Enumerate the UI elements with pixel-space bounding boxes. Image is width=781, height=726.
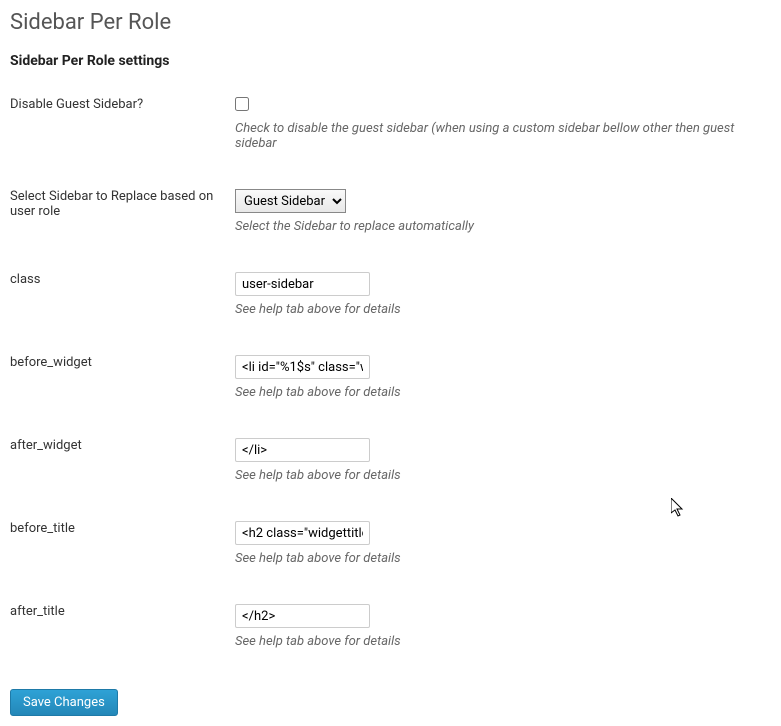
select-sidebar-dropdown[interactable]: Guest Sidebar [235, 189, 346, 213]
select-sidebar-description: Select the Sidebar to replace automatica… [235, 219, 771, 234]
before-title-description: See help tab above for details [235, 551, 771, 566]
after-widget-label: after_widget [10, 438, 235, 521]
save-button[interactable]: Save Changes [10, 689, 118, 716]
after-widget-description: See help tab above for details [235, 468, 771, 483]
before-widget-input[interactable] [235, 355, 370, 379]
after-widget-input[interactable] [235, 438, 370, 462]
select-sidebar-label: Select Sidebar to Replace based on user … [10, 189, 235, 272]
section-title: Sidebar Per Role settings [10, 53, 771, 69]
page-title: Sidebar Per Role [10, 10, 771, 35]
disable-guest-description: Check to disable the guest sidebar (when… [235, 121, 771, 151]
class-description: See help tab above for details [235, 302, 771, 317]
before-widget-label: before_widget [10, 355, 235, 438]
before-widget-description: See help tab above for details [235, 385, 771, 400]
settings-form: Disable Guest Sidebar? Check to disable … [10, 97, 771, 687]
after-title-label: after_title [10, 604, 235, 687]
class-input[interactable] [235, 272, 370, 296]
before-title-label: before_title [10, 521, 235, 604]
class-label: class [10, 272, 235, 355]
before-title-input[interactable] [235, 521, 370, 545]
disable-guest-label: Disable Guest Sidebar? [10, 97, 235, 189]
after-title-input[interactable] [235, 604, 370, 628]
disable-guest-checkbox[interactable] [235, 97, 249, 111]
after-title-description: See help tab above for details [235, 634, 771, 649]
